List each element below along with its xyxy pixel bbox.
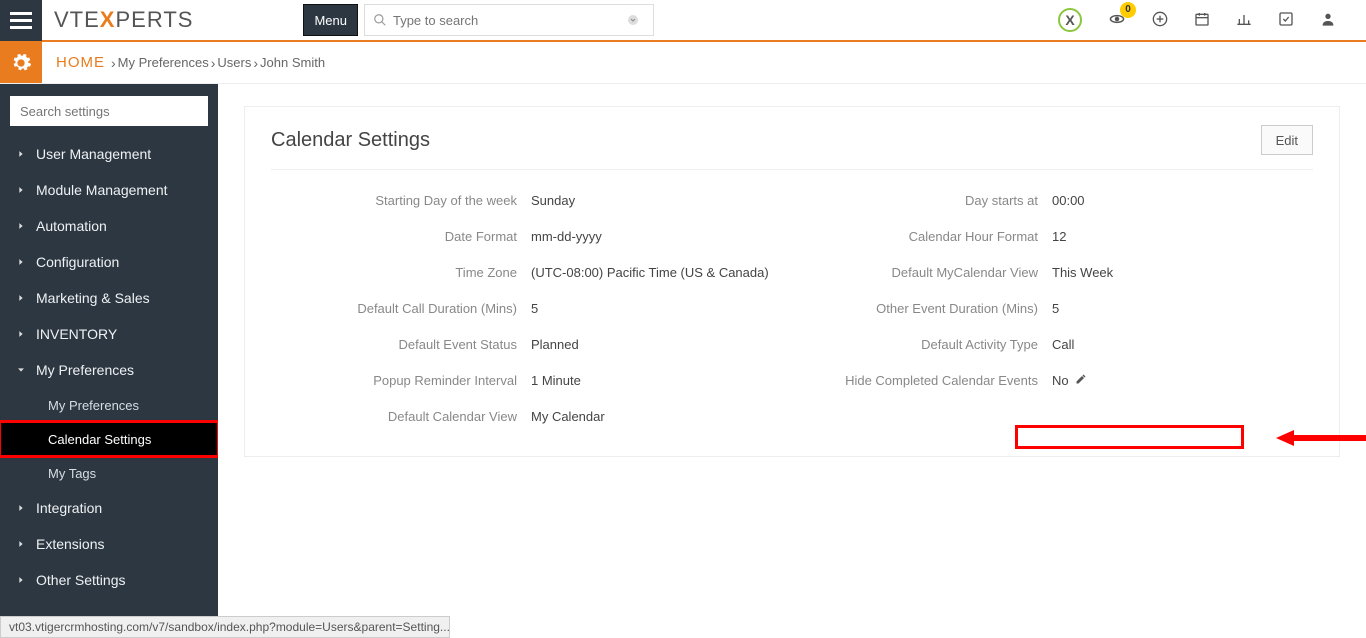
breadcrumb-item[interactable]: My Preferences: [118, 55, 209, 70]
breadcrumb-item[interactable]: Users: [217, 55, 251, 70]
sidebar-item-other-settings[interactable]: Other Settings: [0, 562, 218, 598]
field-value: 5: [531, 301, 538, 316]
global-search[interactable]: [364, 4, 654, 36]
field-value: Call: [1052, 337, 1074, 352]
notif-badge: 0: [1120, 2, 1136, 18]
sidebar-item-automation[interactable]: Automation: [0, 208, 218, 244]
tasks-icon[interactable]: [1278, 11, 1294, 30]
field-value: (UTC-08:00) Pacific Time (US & Canada): [531, 265, 769, 280]
field-value: My Calendar: [531, 409, 605, 424]
field-label: Default Calendar View: [271, 409, 531, 424]
field-label: Hide Completed Calendar Events: [792, 373, 1052, 388]
sidebar-item-configuration[interactable]: Configuration: [0, 244, 218, 280]
logo-text2: PERTS: [115, 7, 193, 32]
browser-statusbar: vt03.vtigercrmhosting.com/v7/sandbox/ind…: [0, 616, 450, 638]
main-content: Calendar Settings Edit Starting Day of t…: [218, 84, 1366, 616]
field-label: Starting Day of the week: [271, 193, 531, 208]
field-value: 5: [1052, 301, 1059, 316]
add-icon[interactable]: [1152, 11, 1168, 30]
sidebar-item-extensions[interactable]: Extensions: [0, 526, 218, 562]
calendar-icon[interactable]: [1194, 11, 1210, 30]
field-value: 00:00: [1052, 193, 1085, 208]
field-label: Popup Reminder Interval: [271, 373, 531, 388]
field-label: Default Event Status: [271, 337, 531, 352]
pencil-icon[interactable]: [1075, 373, 1087, 388]
search-icon: [373, 13, 387, 27]
field-value: 1 Minute: [531, 373, 581, 388]
settings-gear-icon[interactable]: [0, 42, 42, 83]
sidebar-item-integration[interactable]: Integration: [0, 490, 218, 526]
field-label: Other Event Duration (Mins): [792, 301, 1052, 316]
settings-sidebar: User ManagementModule ManagementAutomati…: [0, 84, 218, 616]
sidebar-sub-my-preferences[interactable]: My Preferences: [0, 388, 218, 422]
notifications-icon[interactable]: 0: [1108, 10, 1126, 31]
sidebar-item-marketing-sales[interactable]: Marketing & Sales: [0, 280, 218, 316]
menu-button[interactable]: Menu: [303, 4, 358, 36]
reports-icon[interactable]: [1236, 11, 1252, 30]
sidebar-search-input[interactable]: [10, 96, 208, 126]
field-label: Day starts at: [792, 193, 1052, 208]
field-value: This Week: [1052, 265, 1113, 280]
sidebar-item-module-management[interactable]: Module Management: [0, 172, 218, 208]
sidebar-sub-my-tags[interactable]: My Tags: [0, 456, 218, 490]
sidebar-item-user-management[interactable]: User Management: [0, 136, 218, 172]
hamburger-menu[interactable]: [0, 0, 42, 41]
field-label: Calendar Hour Format: [792, 229, 1052, 244]
field-value: 12: [1052, 229, 1066, 244]
breadcrumb-item[interactable]: John Smith: [260, 55, 325, 70]
app-icon[interactable]: X: [1058, 8, 1082, 32]
field-value: mm-dd-yyyy: [531, 229, 602, 244]
logo-text: VTE: [54, 7, 100, 32]
logo: VTEXPERTS: [54, 7, 193, 33]
sidebar-item-inventory[interactable]: INVENTORY: [0, 316, 218, 352]
breadcrumb-home[interactable]: HOME: [56, 54, 105, 71]
search-input[interactable]: [393, 13, 627, 28]
page-title: Calendar Settings: [271, 129, 430, 152]
logo-x: X: [100, 7, 116, 32]
user-icon[interactable]: [1320, 11, 1336, 30]
field-label: Date Format: [271, 229, 531, 244]
field-label: Time Zone: [271, 265, 531, 280]
field-value: Planned: [531, 337, 579, 352]
sidebar-sub-calendar-settings[interactable]: Calendar Settings: [0, 422, 218, 456]
edit-button[interactable]: Edit: [1261, 125, 1313, 155]
field-value: No: [1052, 373, 1087, 388]
field-label: Default Activity Type: [792, 337, 1052, 352]
sidebar-item-my-preferences[interactable]: My Preferences: [0, 352, 218, 388]
breadcrumb: HOME › My Preferences › Users › John Smi…: [42, 42, 1366, 83]
search-dropdown-icon[interactable]: [627, 14, 639, 26]
field-value: Sunday: [531, 193, 575, 208]
field-label: Default Call Duration (Mins): [271, 301, 531, 316]
field-label: Default MyCalendar View: [792, 265, 1052, 280]
